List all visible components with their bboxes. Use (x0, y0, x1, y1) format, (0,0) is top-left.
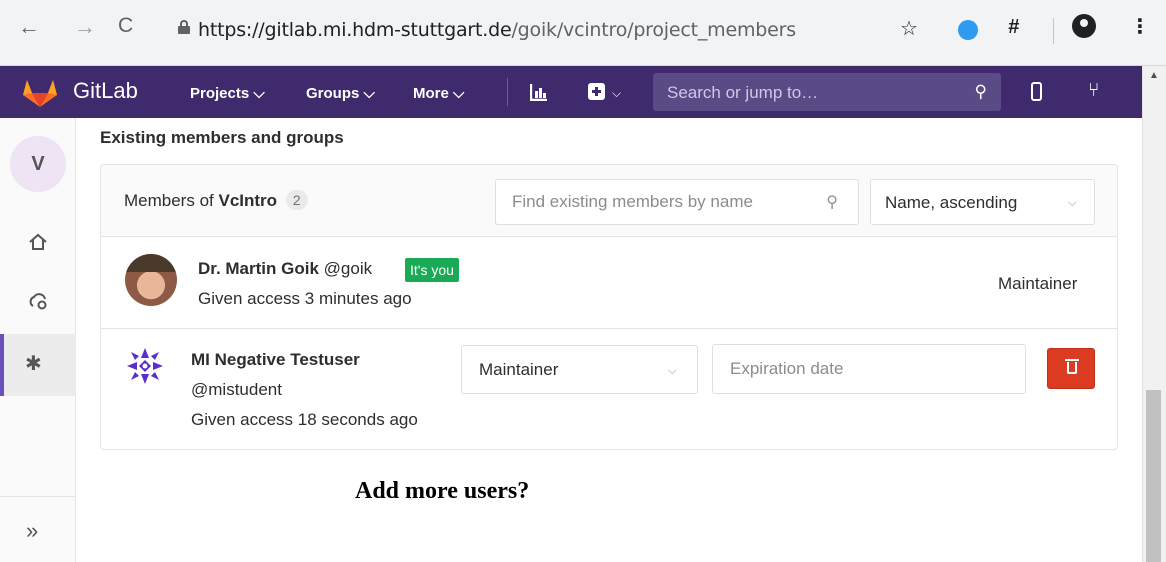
member-full-name[interactable]: Dr. Martin Goik (198, 259, 319, 278)
menu-icon[interactable]: ⋮ (1130, 14, 1150, 39)
member-handle: @mistudent (191, 380, 282, 399)
star-icon[interactable]: ☆ (900, 16, 918, 41)
lock-icon (178, 20, 190, 34)
members-panel-header: Members of VcIntro 2 ⚲ Name, ascending ⌵ (101, 165, 1117, 237)
members-of-label: Members of VcIntro 2 (124, 190, 308, 211)
new-item-icon[interactable] (588, 83, 605, 100)
search-box[interactable]: Search or jump to… ⚲ (653, 73, 1001, 111)
extension-icon[interactable] (958, 20, 978, 46)
search-placeholder: Search or jump to… (667, 83, 819, 102)
trash-icon (1065, 359, 1079, 361)
avatar[interactable] (125, 346, 165, 386)
search-icon: ⚲ (826, 194, 838, 211)
chevron-down-icon: ⌵ (1068, 197, 1077, 209)
scrollbar-thumb[interactable] (1146, 390, 1161, 562)
chevron-down-icon[interactable]: ⌵ (612, 86, 621, 101)
home-icon[interactable] (26, 232, 50, 252)
project-name: VcIntro (218, 191, 278, 210)
scroll-up-icon[interactable]: ▲ (1149, 70, 1159, 81)
activity-chart-icon[interactable] (530, 83, 548, 101)
navbar-divider (507, 78, 508, 106)
reload-icon[interactable]: C (118, 14, 133, 38)
hash-icon[interactable]: # (1008, 16, 1019, 39)
members-panel: Members of VcIntro 2 ⚲ Name, ascending ⌵… (100, 164, 1118, 450)
forward-icon[interactable]: → (74, 14, 96, 40)
toolbar-divider (1053, 18, 1054, 44)
sidebar-item-settings[interactable]: ✱ (0, 334, 76, 396)
profile-icon[interactable] (1072, 14, 1096, 38)
role-dropdown[interactable]: Maintainer ⌵ (461, 345, 698, 394)
given-access-text: Given access 18 seconds ago (191, 410, 418, 429)
find-members-field[interactable]: ⚲ (495, 179, 859, 225)
sidebar-divider (0, 496, 76, 497)
project-sidebar: V ✱ » (0, 118, 76, 562)
url-path: /goik/vcintro/project_members (511, 19, 796, 41)
caption-text: Add more users? (355, 478, 530, 504)
avatar[interactable] (125, 254, 177, 306)
address-bar[interactable]: https://gitlab.mi.hdm-stuttgart.de/goik/… (198, 19, 796, 41)
project-avatar[interactable]: V (10, 136, 66, 192)
remove-member-button[interactable] (1047, 348, 1095, 389)
trash-icon-body (1067, 362, 1077, 374)
gitlab-brand[interactable]: GitLab (73, 78, 138, 104)
expiration-date-input[interactable] (714, 346, 1024, 392)
browser-toolbar: ← → C https://gitlab.mi.hdm-stuttgart.de… (0, 0, 1166, 66)
sort-value: Name, ascending (885, 193, 1018, 212)
member-count-badge: 2 (285, 190, 308, 210)
chevron-down-icon: ⌵ (668, 365, 677, 377)
cloud-gear-icon[interactable] (26, 290, 50, 312)
groups-menu[interactable]: Groups ⌵ (306, 85, 375, 102)
section-title: Existing members and groups (100, 128, 344, 147)
member-handle: @goik (323, 259, 373, 278)
url-host: https://gitlab.mi.hdm-stuttgart.de (198, 19, 512, 41)
its-you-badge: It's you (405, 258, 459, 282)
sort-dropdown[interactable]: Name, ascending ⌵ (870, 179, 1095, 225)
find-members-input[interactable] (497, 181, 817, 223)
member-full-name[interactable]: MI Negative Testuser (191, 350, 360, 370)
given-access-text: Given access 3 minutes ago (198, 289, 412, 308)
collapse-sidebar-icon[interactable]: » (26, 518, 38, 544)
settings-icon: ✱ (25, 353, 42, 375)
members-of-prefix: Members of (124, 191, 214, 210)
member-name[interactable]: Dr. Martin Goik @goik (198, 259, 372, 279)
back-icon[interactable]: ← (18, 14, 40, 40)
merge-request-icon[interactable]: ⑂ (1088, 80, 1099, 102)
gitlab-navbar: GitLab Projects ⌵ Groups ⌵ More ⌵ ⌵ Sear… (0, 66, 1142, 118)
expiration-date-field[interactable] (712, 344, 1026, 394)
more-menu[interactable]: More ⌵ (413, 85, 464, 102)
role-value: Maintainer (479, 360, 559, 379)
issues-icon[interactable] (1031, 82, 1042, 101)
projects-menu[interactable]: Projects ⌵ (190, 85, 265, 102)
gitlab-logo-icon[interactable] (22, 78, 58, 108)
member-row: MI Negative Testuser @mistudent Given ac… (101, 329, 1117, 449)
member-role: Maintainer (998, 274, 1078, 293)
search-icon: ⚲ (974, 82, 987, 101)
member-row: Dr. Martin Goik @goik It's you Given acc… (101, 237, 1117, 329)
